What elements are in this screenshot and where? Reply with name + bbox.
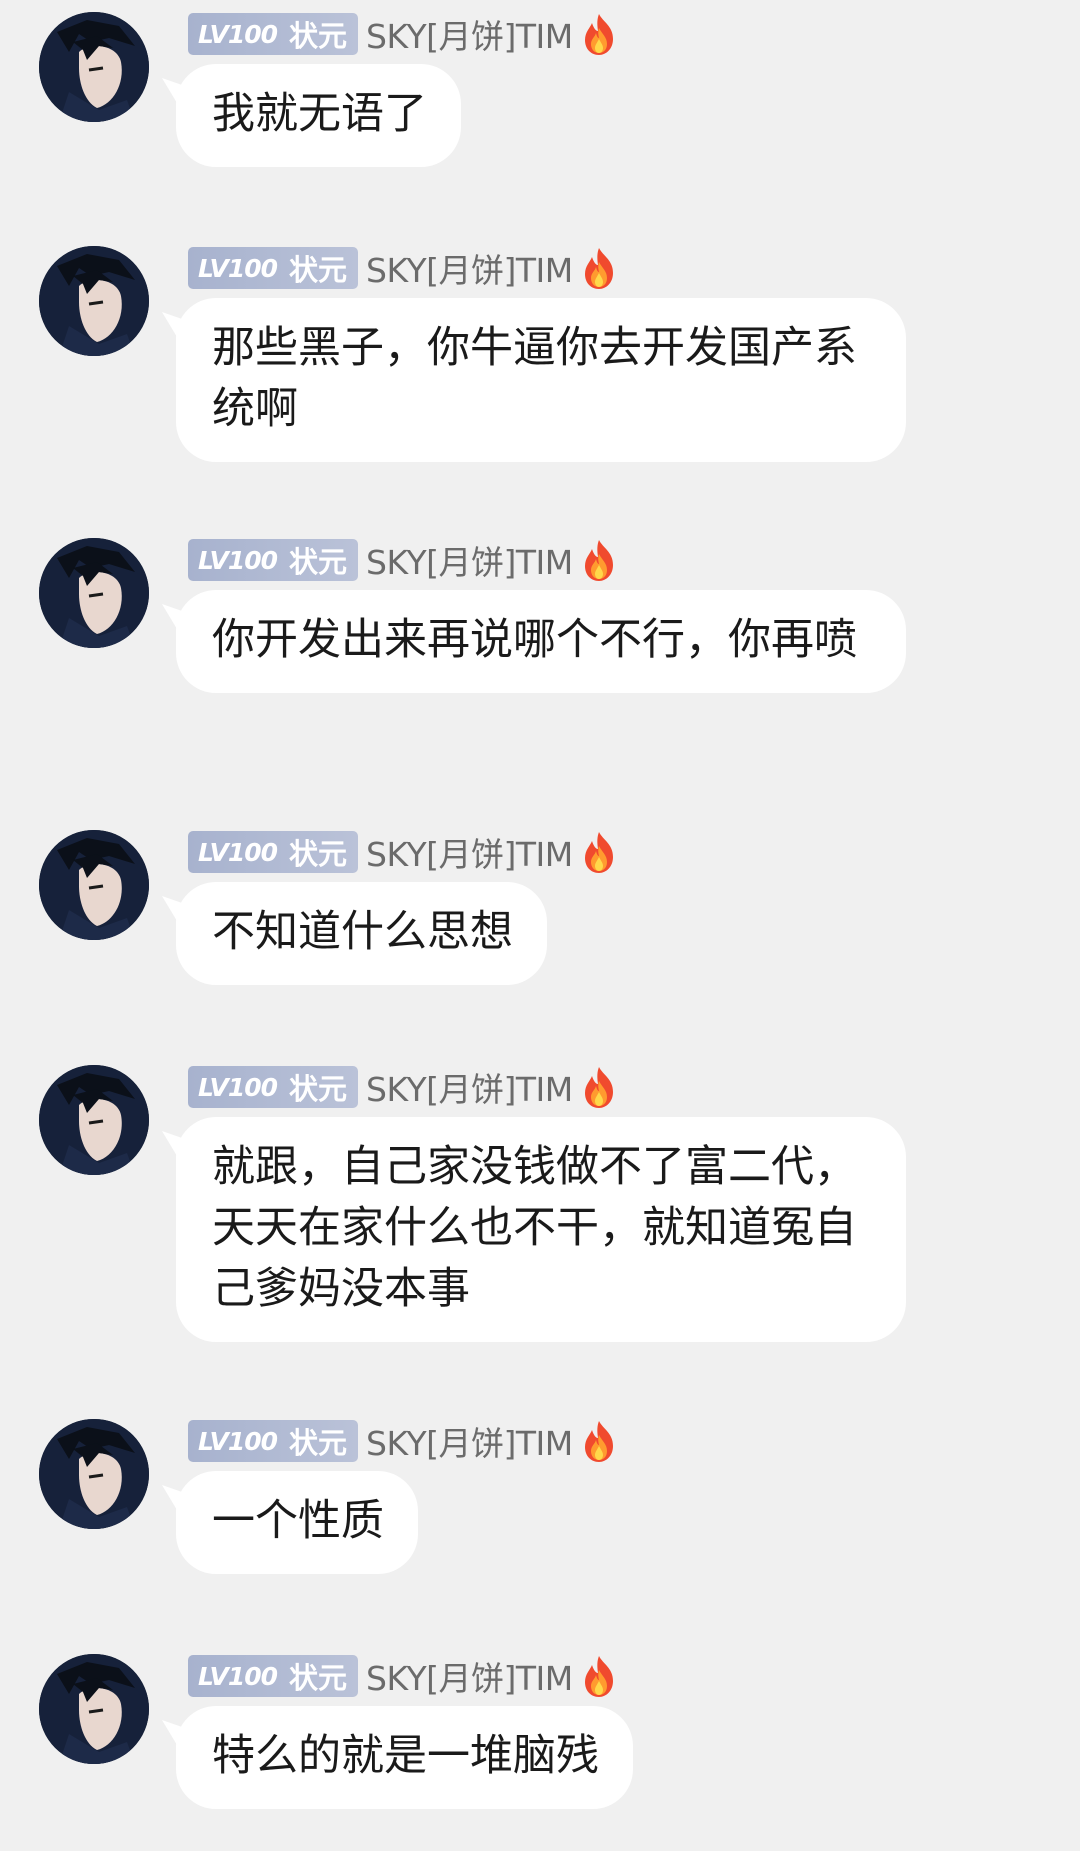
level-badge: LV100 状元 (188, 13, 359, 55)
badge-title: 状元 (289, 19, 348, 53)
fire-icon (584, 248, 613, 289)
message-bubble[interactable]: 就跟，自己家没钱做不了富二代，天天在家什么也不干，就知道冤自己爹妈没本事 (176, 1117, 906, 1342)
badge-title: 状元 (289, 837, 348, 871)
sender-header: LV100 状元 SKY[月饼]TIM (188, 1419, 619, 1463)
avatar-image (39, 1654, 149, 1764)
message-bubble[interactable]: 你开发出来再说哪个不行，你再喷 (176, 590, 906, 693)
badge-title: 状元 (289, 545, 348, 579)
avatar-image (39, 830, 149, 940)
badge-title: 状元 (289, 253, 348, 287)
avatar[interactable] (39, 246, 149, 356)
fire-icon (584, 14, 613, 55)
sender-header: LV100 状元 SKY[月饼]TIM (188, 246, 619, 290)
sender-nickname[interactable]: SKY[月饼]TIM (366, 1652, 573, 1700)
sender-header: LV100 状元 SKY[月饼]TIM (188, 12, 619, 56)
avatar[interactable] (39, 538, 149, 648)
badge-level: LV100 (198, 19, 278, 49)
sender-nickname[interactable]: SKY[月饼]TIM (366, 828, 573, 876)
level-badge: LV100 状元 (188, 1420, 359, 1462)
fire-icon (584, 832, 613, 873)
avatar-image (39, 1419, 149, 1529)
badge-level: LV100 (198, 545, 278, 575)
fire-icon (584, 1656, 613, 1697)
badge-level: LV100 (198, 837, 278, 867)
chat-message-list[interactable]: LV100 状元 SKY[月饼]TIM 我就无语了 LV100 状元 SKY[月… (0, 0, 1080, 1851)
avatar[interactable] (39, 1065, 149, 1175)
sender-header: LV100 状元 SKY[月饼]TIM (188, 538, 619, 582)
sender-nickname[interactable]: SKY[月饼]TIM (366, 1063, 573, 1111)
badge-level: LV100 (198, 1661, 278, 1691)
message-bubble[interactable]: 特么的就是一堆脑残 (176, 1706, 633, 1809)
sender-header: LV100 状元 SKY[月饼]TIM (188, 1654, 619, 1698)
level-badge: LV100 状元 (188, 539, 359, 581)
badge-level: LV100 (198, 253, 278, 283)
fire-icon (584, 1421, 613, 1462)
avatar[interactable] (39, 830, 149, 940)
sender-header: LV100 状元 SKY[月饼]TIM (188, 1065, 619, 1109)
sender-nickname[interactable]: SKY[月饼]TIM (366, 10, 573, 58)
sender-nickname[interactable]: SKY[月饼]TIM (366, 244, 573, 292)
avatar-image (39, 12, 149, 122)
badge-title: 状元 (289, 1661, 348, 1695)
badge-title: 状元 (289, 1072, 348, 1106)
avatar[interactable] (39, 1419, 149, 1529)
badge-level: LV100 (198, 1072, 278, 1102)
badge-title: 状元 (289, 1426, 348, 1460)
avatar[interactable] (39, 1654, 149, 1764)
level-badge: LV100 状元 (188, 1066, 359, 1108)
sender-header: LV100 状元 SKY[月饼]TIM (188, 830, 619, 874)
level-badge: LV100 状元 (188, 1655, 359, 1697)
avatar[interactable] (39, 12, 149, 122)
sender-nickname[interactable]: SKY[月饼]TIM (366, 1417, 573, 1465)
avatar-image (39, 246, 149, 356)
fire-icon (584, 1067, 613, 1108)
badge-level: LV100 (198, 1426, 278, 1456)
message-bubble[interactable]: 我就无语了 (176, 64, 461, 167)
sender-nickname[interactable]: SKY[月饼]TIM (366, 536, 573, 584)
message-bubble[interactable]: 不知道什么思想 (176, 882, 547, 985)
level-badge: LV100 状元 (188, 247, 359, 289)
level-badge: LV100 状元 (188, 831, 359, 873)
message-bubble[interactable]: 一个性质 (176, 1471, 418, 1574)
avatar-image (39, 1065, 149, 1175)
avatar-image (39, 538, 149, 648)
fire-icon (584, 540, 613, 581)
message-bubble[interactable]: 那些黑子，你牛逼你去开发国产系统啊 (176, 298, 906, 462)
